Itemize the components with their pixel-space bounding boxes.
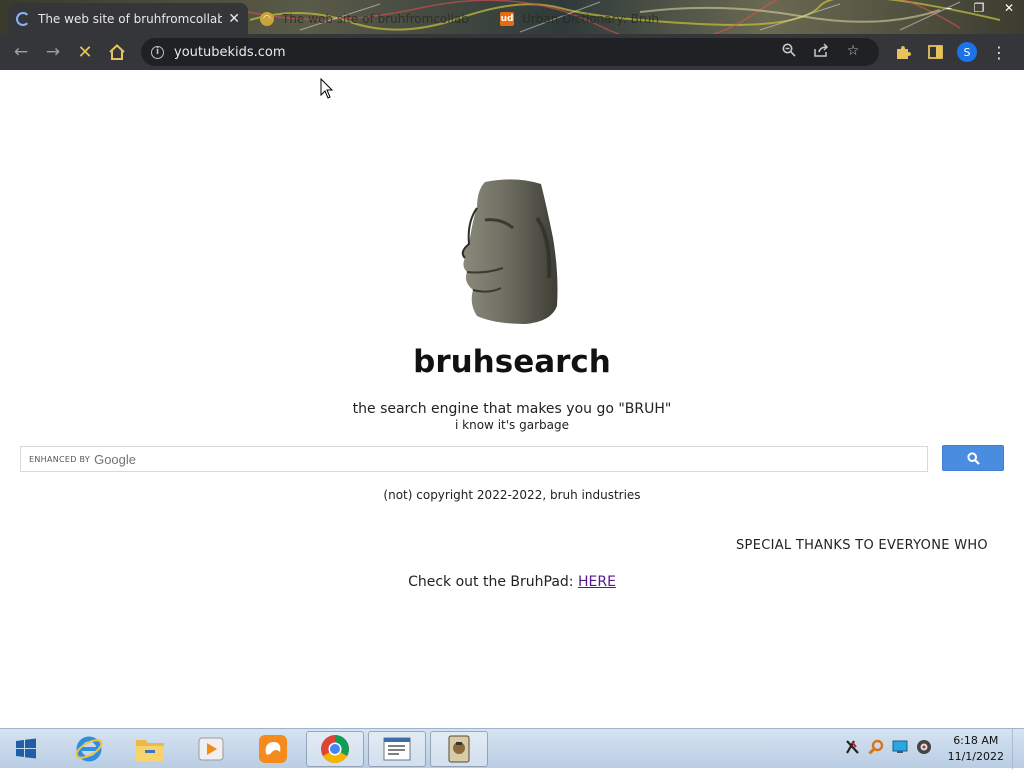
file-explorer-icon[interactable] [121, 731, 179, 767]
more-options-icon[interactable]: ⋮ [983, 36, 1015, 68]
internet-explorer-icon[interactable] [60, 731, 118, 767]
search-tray-icon[interactable] [864, 739, 888, 759]
address-url[interactable]: youtubekids.com [174, 45, 773, 60]
profile-avatar[interactable]: S [957, 42, 977, 62]
tab-urban-dictionary[interactable]: ud Urban Dictionary: Bruh [492, 3, 722, 34]
moai-logo-image [461, 179, 558, 324]
tab-close-icon[interactable]: ✕ [228, 11, 240, 27]
close-button[interactable]: ✕ [994, 0, 1024, 18]
enhanced-by-label: ENHANCED BY [29, 454, 91, 464]
tab-strip: The web site of bruhfromcollab ✕ ◠ The w… [0, 0, 1024, 34]
bookmark-star-icon[interactable]: ☆ [837, 43, 869, 61]
system-clock[interactable]: 6:18 AM 11/1/2022 [948, 733, 1004, 765]
forward-arrow-icon[interactable]: → [37, 36, 69, 68]
uc-browser-icon[interactable] [244, 731, 302, 767]
loading-spinner-icon [16, 11, 30, 26]
subtagline: i know it's garbage [455, 418, 569, 432]
home-icon[interactable] [101, 36, 133, 68]
mouse-cursor-icon [320, 78, 334, 99]
maximize-button[interactable]: ❐ [964, 0, 994, 18]
search-input[interactable]: ENHANCED BY Google [20, 446, 928, 472]
window-controls: – ❐ ✕ [934, 0, 1024, 18]
bruhpad-link[interactable]: HERE [578, 574, 616, 590]
copyright-text: (not) copyright 2022-2022, bruh industri… [383, 488, 641, 502]
bruhpad-text: Check out the BruhPad: [408, 574, 574, 590]
minimize-button[interactable]: – [934, 0, 964, 18]
extensions-puzzle-icon[interactable] [887, 36, 919, 68]
windows-logo-icon [16, 738, 36, 759]
tab-title: The web site of bruhfromcollab [38, 11, 223, 26]
special-thanks-marquee: SPECIAL THANKS TO EVERYONE WHO [736, 538, 988, 553]
show-desktop-button[interactable] [1012, 729, 1024, 769]
action-center-flag-icon[interactable] [840, 739, 864, 759]
bruhpad-line: Check out the BruhPad: HERE [0, 574, 1024, 590]
tab-bruhfromcollab-active[interactable]: The web site of bruhfromcollab ✕ [8, 3, 248, 34]
site-info-icon[interactable]: i [151, 45, 164, 59]
search-icon [966, 451, 980, 465]
page-title: bruhsearch [413, 344, 611, 380]
clock-date: 11/1/2022 [947, 750, 1004, 763]
start-button[interactable] [0, 731, 52, 767]
tab-title: Urban Dictionary: Bruh [522, 11, 660, 26]
search-button[interactable] [942, 445, 1004, 471]
page-content: bruhsearch the search engine that makes … [0, 70, 1024, 728]
google-logo: Google [94, 451, 137, 467]
tab-title: The web site of bruhfromcollab [282, 11, 469, 26]
zoom-icon[interactable] [773, 43, 805, 61]
address-bar[interactable]: i youtubekids.com ☆ [141, 38, 879, 66]
side-panel-icon[interactable] [919, 36, 951, 68]
share-icon[interactable] [805, 43, 837, 61]
chrome-icon[interactable] [306, 731, 364, 767]
system-tray: 6:18 AM 11/1/2022 [840, 729, 1004, 769]
stop-loading-icon[interactable]: ✕ [69, 36, 101, 68]
windows-taskbar: 6:18 AM 11/1/2022 [0, 728, 1024, 769]
volume-icon[interactable] [912, 739, 936, 759]
app-window-icon[interactable] [430, 731, 488, 767]
search-box: ENHANCED BY Google [20, 445, 1004, 473]
network-monitor-icon[interactable] [888, 740, 912, 758]
clock-time: 6:18 AM [953, 734, 999, 747]
media-player-icon[interactable] [182, 731, 240, 767]
back-arrow-icon[interactable]: ← [5, 36, 37, 68]
tagline: the search engine that makes you go "BRU… [352, 401, 672, 417]
tab-bruhfromcollab[interactable]: ◠ The web site of bruhfromcollab [252, 3, 482, 34]
notepad-window-icon[interactable] [368, 731, 426, 767]
uc-browser-icon: ◠ [260, 11, 274, 26]
browser-toolbar: ← → ✕ i youtubekids.com ☆ S ⋮ [0, 34, 1024, 70]
urban-dictionary-icon: ud [500, 11, 514, 26]
